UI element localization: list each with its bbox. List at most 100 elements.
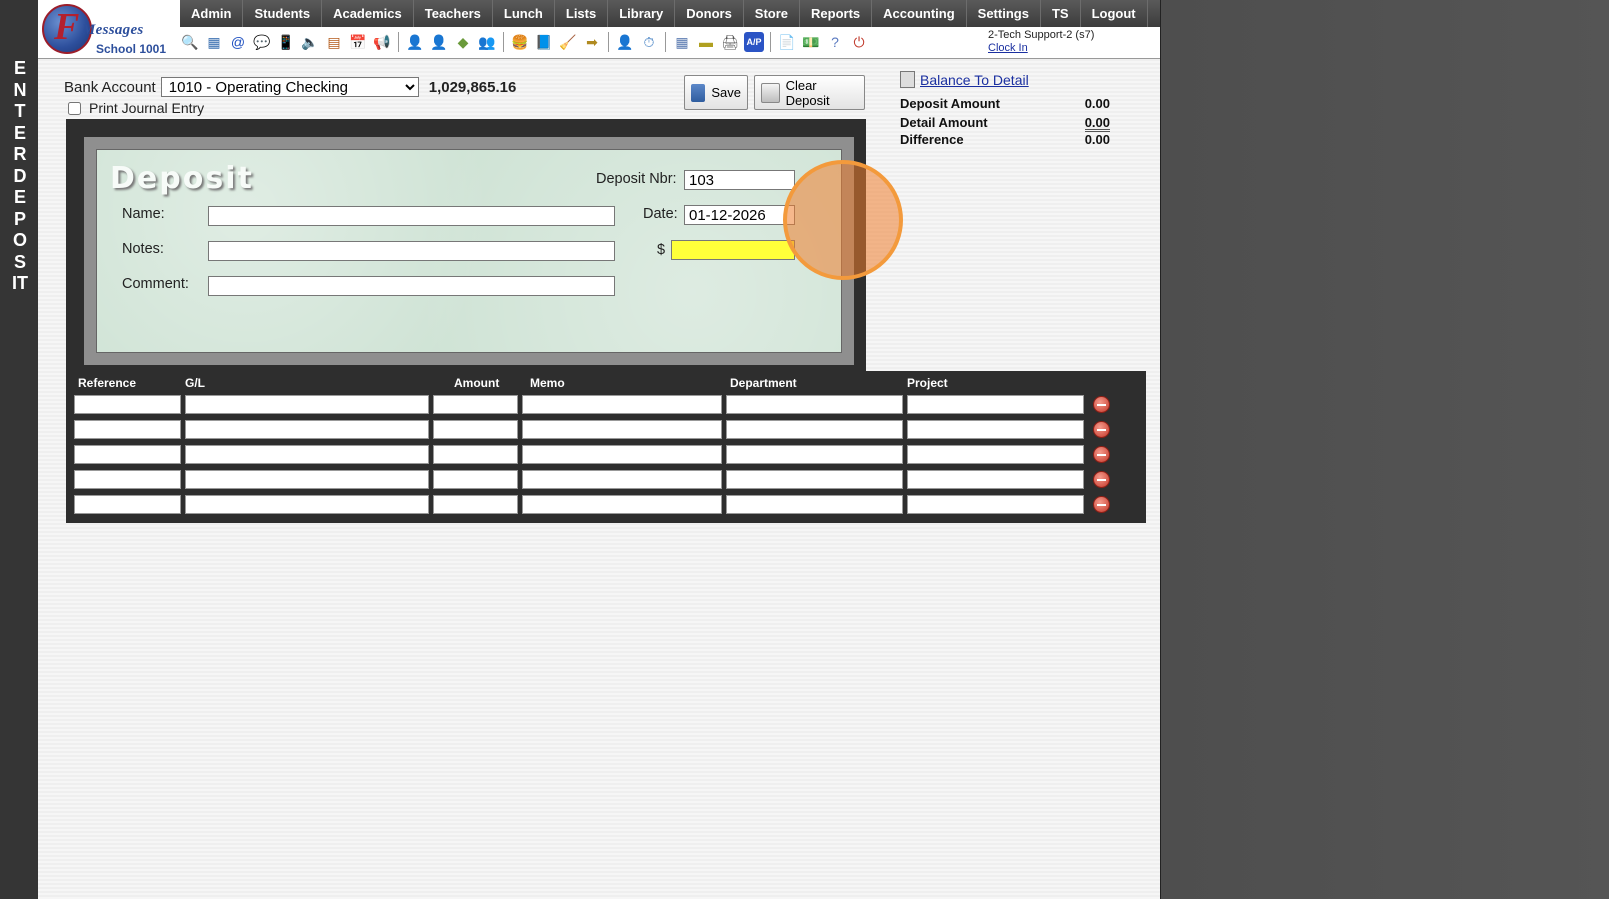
search-icon[interactable]: 🔍 xyxy=(180,32,200,52)
bank-account-label: Bank Account xyxy=(64,78,156,96)
bank-account-select[interactable]: 1010 - Operating Checking xyxy=(160,77,419,97)
detail-cell-reference[interactable] xyxy=(74,495,181,514)
deposit-nbr-input[interactable] xyxy=(684,170,795,190)
date-input[interactable] xyxy=(684,205,795,225)
nav-settings[interactable]: Settings xyxy=(967,0,1041,27)
email-icon[interactable]: @ xyxy=(228,32,248,52)
nav-teachers[interactable]: Teachers xyxy=(414,0,493,27)
detail-cell-memo[interactable] xyxy=(522,395,722,414)
nav-library[interactable]: Library xyxy=(608,0,676,27)
print-journal-label: Print Journal Entry xyxy=(89,100,205,116)
detail-cell-amount[interactable] xyxy=(433,420,518,439)
detail-cell-project[interactable] xyxy=(907,420,1084,439)
print-journal-checkbox[interactable] xyxy=(68,101,81,115)
lunch-icon[interactable]: 🍔 xyxy=(510,32,530,52)
detail-cell-project[interactable] xyxy=(907,470,1084,489)
ap-icon[interactable]: A/P xyxy=(744,32,764,52)
detail-cell-gl[interactable] xyxy=(185,395,429,414)
detail-cell-amount[interactable] xyxy=(433,470,518,489)
form-icon[interactable]: ▤ xyxy=(324,32,344,52)
nav-logout[interactable]: Logout xyxy=(1081,0,1148,27)
nav-lists[interactable]: Lists xyxy=(555,0,609,27)
book-icon[interactable]: 📘 xyxy=(534,32,554,52)
notes-input[interactable] xyxy=(208,241,615,261)
detail-cell-reference[interactable] xyxy=(74,395,181,414)
card-icon[interactable]: ▬ xyxy=(696,32,716,52)
detail-cell-amount[interactable] xyxy=(433,495,518,514)
nav-reports[interactable]: Reports xyxy=(800,0,873,27)
app-logo[interactable]: F Messages School 1001 xyxy=(40,2,176,56)
detail-cell-reference[interactable] xyxy=(74,420,181,439)
comment-input[interactable] xyxy=(208,276,615,296)
dollar-sign: $ xyxy=(657,242,666,258)
person-icon[interactable]: 👤 xyxy=(615,32,635,52)
nav-lunch[interactable]: Lunch xyxy=(493,0,555,27)
detail-cell-department[interactable] xyxy=(726,495,903,514)
nav-admin[interactable]: Admin xyxy=(180,0,244,27)
detail-cell-department[interactable] xyxy=(726,445,903,464)
grid-icon[interactable]: ▦ xyxy=(204,32,224,52)
detail-cell-amount[interactable] xyxy=(433,445,518,464)
megaphone-icon[interactable]: 📢 xyxy=(372,32,392,52)
detail-cell-reference[interactable] xyxy=(74,445,181,464)
name-input[interactable] xyxy=(208,206,615,226)
eraser-icon[interactable]: ◆ xyxy=(453,32,473,52)
pdf-icon[interactable]: 📄 xyxy=(777,32,797,52)
arrow-right-icon[interactable]: ➡ xyxy=(582,32,602,52)
detail-cell-gl[interactable] xyxy=(185,420,429,439)
calendar-icon[interactable]: 📅 xyxy=(348,32,368,52)
balance-panel: Balance To Detail Deposit Amount 0.00 De… xyxy=(900,71,1150,149)
detail-cell-gl[interactable] xyxy=(185,495,429,514)
detail-cell-amount[interactable] xyxy=(433,395,518,414)
nav-accounting[interactable]: Accounting xyxy=(872,0,967,27)
clock-in-link[interactable]: Clock In xyxy=(988,42,1094,55)
detail-cell-memo[interactable] xyxy=(522,445,722,464)
detail-cell-memo[interactable] xyxy=(522,420,722,439)
nav-academics[interactable]: Academics xyxy=(322,0,414,27)
ledger-icon[interactable]: ▦ xyxy=(672,32,692,52)
save-button[interactable]: Save xyxy=(684,75,748,110)
toolbar-separator xyxy=(398,32,399,52)
detail-cell-gl[interactable] xyxy=(185,445,429,464)
detail-cell-reference[interactable] xyxy=(74,470,181,489)
nav-ts[interactable]: TS xyxy=(1041,0,1081,27)
detail-cell-gl[interactable] xyxy=(185,470,429,489)
remove-row-icon[interactable] xyxy=(1093,446,1110,463)
money-icon[interactable]: 💵 xyxy=(801,32,821,52)
detail-cell-project[interactable] xyxy=(907,395,1084,414)
chat-icon[interactable]: 💬 xyxy=(252,32,272,52)
nav-students[interactable]: Students xyxy=(243,0,323,27)
detail-cell-project[interactable] xyxy=(907,495,1084,514)
detail-cell-memo[interactable] xyxy=(522,470,722,489)
detail-cell-project[interactable] xyxy=(907,445,1084,464)
icon-toolbar: 🔍 ▦ @ 💬 📱 🔈 ▤ 📅 📢 👤 👤 ◆ 👥 🍔 📘 🧹 ➡ 👤 ⏱ ▦ ▬ 🖨 A/P 📄 💵? ⏻ xyxy=(180,28,869,56)
detail-cell-department[interactable] xyxy=(726,470,903,489)
difference-label: Difference xyxy=(900,132,964,147)
print-journal-row: Print Journal Entry xyxy=(68,100,204,116)
clear-deposit-button[interactable]: Clear Deposit xyxy=(754,75,865,110)
detail-cell-department[interactable] xyxy=(726,395,903,414)
speaker-icon[interactable]: 🔈 xyxy=(300,32,320,52)
detail-cell-memo[interactable] xyxy=(522,495,722,514)
notes-label: Notes: xyxy=(122,241,164,257)
help-icon[interactable]: ? xyxy=(825,32,845,52)
column-header-project: Project xyxy=(907,376,948,390)
deposit-amount-input[interactable] xyxy=(671,240,795,260)
balance-to-detail-link[interactable]: Balance To Detail xyxy=(900,71,1150,88)
detail-amount-label: Detail Amount xyxy=(900,115,988,130)
broom-icon[interactable]: 🧹 xyxy=(558,32,578,52)
mobile-icon[interactable]: 📱 xyxy=(276,32,296,52)
remove-row-icon[interactable] xyxy=(1093,471,1110,488)
printer-icon[interactable]: 🖨 xyxy=(720,32,740,52)
student-icon[interactable]: 👤 xyxy=(405,32,425,52)
teacher-icon[interactable]: 👤 xyxy=(429,32,449,52)
nav-donors[interactable]: Donors xyxy=(675,0,744,27)
family-icon[interactable]: 👥 xyxy=(477,32,497,52)
clock-icon[interactable]: ⏱ xyxy=(639,32,659,52)
remove-row-icon[interactable] xyxy=(1093,496,1110,513)
nav-store[interactable]: Store xyxy=(744,0,801,27)
remove-row-icon[interactable] xyxy=(1093,396,1110,413)
power-icon[interactable]: ⏻ xyxy=(849,32,869,52)
remove-row-icon[interactable] xyxy=(1093,421,1110,438)
detail-cell-department[interactable] xyxy=(726,420,903,439)
